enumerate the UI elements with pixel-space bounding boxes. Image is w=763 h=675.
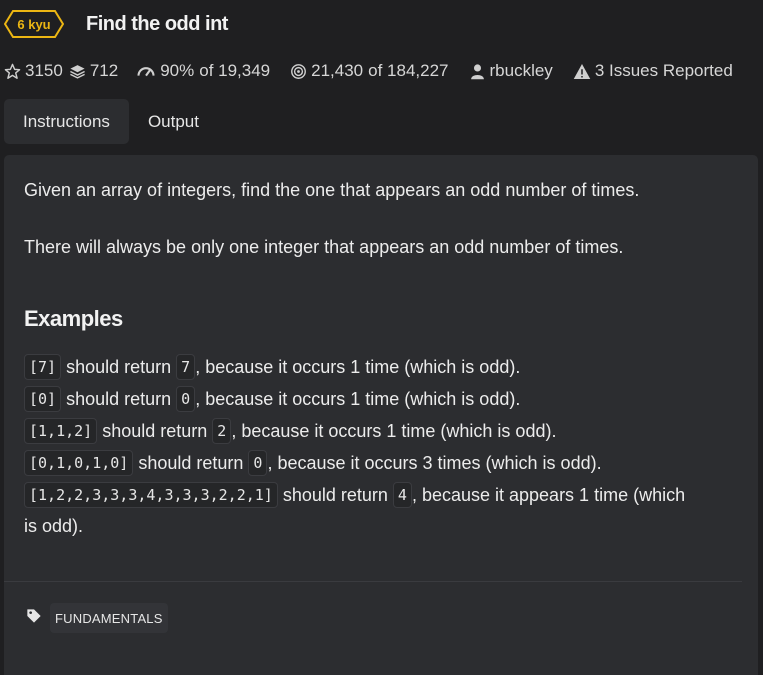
example-text: is odd). [24,516,84,536]
example-text: , because it appears 1 time (which [411,484,686,505]
tab-output[interactable]: Output [129,99,218,144]
description-paragraph: There will always be only one integer th… [24,237,624,257]
description-paragraph: Given an array of integers, find the one… [24,180,640,200]
satisfaction-stat: 90% of 19,349 [136,61,270,81]
example-text: , because it occurs 1 time (which is odd… [195,356,521,377]
target-icon [291,63,307,79]
warning-icon [573,63,591,79]
example-line: [0] should return 0, because it occurs 1… [24,386,520,412]
example-input-code: [0,1,0,1,0] [24,450,134,476]
user-icon [470,63,484,79]
instructions-panel: Given an array of integers, find the one… [4,155,758,675]
example-output-code: 2 [212,418,232,444]
example-input-code: [1,2,2,3,3,3,4,3,3,3,2,2,1] [24,482,278,508]
example-text: , because it occurs 1 time (which is odd… [195,388,521,409]
examples-heading: Examples [24,306,123,331]
tag-icon [27,609,41,623]
example-line: [0,1,0,1,0] should return 0, because it … [24,450,602,476]
example-text: , because it occurs 1 time (which is odd… [231,420,557,441]
completed-stat: 21,430 of 184,227 [290,61,449,81]
example-text: should return [61,356,177,377]
example-line: [1,1,2] should return 2, because it occu… [24,418,556,444]
stars-count: 3150 [25,61,63,80]
collections-count: 712 [89,61,119,80]
divider [4,581,742,582]
example-line: [1,2,2,3,3,3,4,3,3,3,2,2,1] should retur… [24,482,685,508]
tab-instructions[interactable]: Instructions [4,99,129,144]
example-input-code: [0] [24,386,62,412]
collections-stat[interactable]: 712 [69,61,118,81]
tab-bar: Instructions Output [4,99,218,144]
example-input-code: [7] [24,354,62,380]
example-output-code: 7 [176,354,196,380]
example-output-code: 4 [392,482,412,508]
example-text: should return [277,484,393,505]
gauge-icon [137,66,155,76]
satisfaction-rating: 90% [160,61,195,80]
completed-total: of 184,227 [368,61,449,80]
example-text: should return [133,452,249,473]
kata-stats: 3150 712 90% of 19,349 21,430 of 184,227… [4,58,733,84]
tag-fundamentals[interactable]: FUNDAMENTALS [50,603,168,633]
layers-icon [69,64,85,79]
example-text: should return [97,420,213,441]
satisfaction-votes: of 19,349 [199,61,271,80]
example-output-code: 0 [248,450,268,476]
author-stat[interactable]: rbuckley [469,61,553,81]
example-text: , because it occurs 3 times (which is od… [267,452,602,473]
kata-header: 6 kyu Find the odd int [4,8,228,40]
completed-count: 21,430 [311,61,364,80]
issues-link[interactable]: 3 Issues Reported [595,61,733,81]
rank-badge: 6 kyu [4,10,64,38]
stars-stat[interactable]: 3150 [4,61,63,81]
author-link[interactable]: rbuckley [490,61,553,81]
kata-title: Find the odd int [86,12,228,35]
example-output-code: 0 [176,386,196,412]
example-line: [7] should return 7, because it occurs 1… [24,354,520,380]
issues-stat[interactable]: 3 Issues Reported [573,61,733,81]
example-text: should return [61,388,177,409]
example-input-code: [1,1,2] [24,418,98,444]
star-icon [4,63,21,79]
rank-label: 6 kyu [17,16,51,32]
